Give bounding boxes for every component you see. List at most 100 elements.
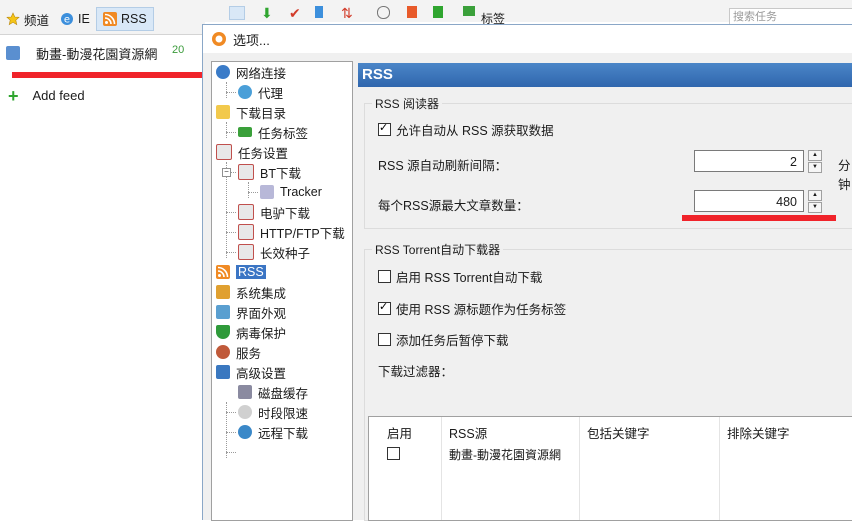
rss-icon xyxy=(103,12,117,26)
increment-button[interactable]: ▲ xyxy=(808,190,822,201)
star-icon xyxy=(6,12,20,26)
tree-label: RSS xyxy=(236,265,266,279)
options-dialog: 选项... − 网络连接 代理 下载目录 任务标签 任务设置 BT下载 Trac… xyxy=(202,24,852,521)
column-header-source[interactable]: RSS源 xyxy=(449,423,487,442)
clipboard-icon xyxy=(238,244,254,260)
checkbox-box[interactable] xyxy=(378,333,391,346)
tree-item-http-ftp[interactable]: HTTP/FTP下载 xyxy=(238,222,345,242)
tab-label: RSS xyxy=(121,12,147,26)
gear-icon xyxy=(216,365,230,379)
folder-icon xyxy=(216,105,230,119)
feed-unread-count: 20 xyxy=(172,44,185,56)
tree-item-task-settings[interactable]: 任务设置 xyxy=(216,142,288,162)
tree-label: Tracker xyxy=(280,185,322,199)
tree-item-proxy[interactable]: 代理 xyxy=(238,82,283,102)
max-articles-stepper[interactable]: 480 ▲ ▼ xyxy=(694,190,822,213)
filter-row-enable-checkbox[interactable] xyxy=(387,447,400,460)
column-header-enabled[interactable]: 启用 xyxy=(387,423,412,442)
increment-button[interactable]: ▲ xyxy=(808,150,822,161)
allow-auto-fetch-checkbox[interactable]: 允许自动从 RSS 源获取数据 xyxy=(378,120,554,139)
tree-item-download-dir[interactable]: 下载目录 xyxy=(216,102,286,122)
refresh-unit-label: 分钟 xyxy=(838,159,851,192)
checkbox-label: 添加任务后暂停下载 xyxy=(396,334,509,348)
tree-item-services[interactable]: 服务 xyxy=(216,342,261,362)
checkbox-label: 使用 RSS 源标题作为任务标签 xyxy=(396,303,567,317)
app-logo-icon xyxy=(212,32,226,46)
tree-item-long-seed[interactable]: 长效种子 xyxy=(238,242,310,262)
checkbox-box[interactable] xyxy=(378,121,391,136)
tree-item-tracker[interactable]: Tracker xyxy=(260,182,322,202)
expand-toggle[interactable]: − xyxy=(222,168,231,177)
download-arrow-icon[interactable]: ⬇ xyxy=(261,6,275,20)
check-icon[interactable]: ✔ xyxy=(289,6,303,20)
max-articles-label: 每个RSS源最大文章数量： xyxy=(378,199,529,213)
tab-channels[interactable]: 频道 xyxy=(0,8,55,30)
filter-label: 下载过滤器： xyxy=(378,365,454,379)
tree-item-bt[interactable]: BT下载 xyxy=(238,162,301,182)
tree-item-integration[interactable]: 系统集成 xyxy=(216,282,286,302)
tree-label: 代理 xyxy=(258,86,284,101)
enable-torrent-auto-checkbox[interactable]: 启用 RSS Torrent自动下载 xyxy=(378,267,542,286)
checkbox-label: 允许自动从 RSS 源获取数据 xyxy=(396,124,554,138)
highlight-bar xyxy=(682,215,836,221)
clock-icon[interactable] xyxy=(377,6,390,19)
tree-item-appearance[interactable]: 界面外观 xyxy=(216,302,286,322)
pause-after-add-checkbox[interactable]: 添加任务后暂停下载 xyxy=(378,330,509,349)
tree-item-rss[interactable]: RSS xyxy=(216,262,266,282)
tree-label: 病毒保护 xyxy=(236,326,287,341)
refresh-interval-stepper[interactable]: 2 ▲ ▼ xyxy=(694,150,822,173)
options-tree[interactable]: − 网络连接 代理 下载目录 任务标签 任务设置 BT下载 Tracker 电驴… xyxy=(211,61,353,521)
download-filter-table[interactable]: 启用 RSS源 包括关键字 排除关键字 動畫-動漫花園資源網 xyxy=(368,416,852,521)
tab-ie[interactable]: e IE xyxy=(54,8,96,30)
dialog-titlebar[interactable]: 选项... xyxy=(203,25,852,53)
tab-rss[interactable]: RSS xyxy=(96,7,154,31)
feed-item[interactable]: 動畫-動漫花園資源網 20 xyxy=(6,42,196,64)
tree-label: 任务设置 xyxy=(238,146,289,161)
clipboard-icon xyxy=(238,224,254,240)
tag-icon xyxy=(238,127,252,137)
tree-label: 下载目录 xyxy=(236,106,287,121)
tree-item-antivirus[interactable]: 病毒保护 xyxy=(216,322,286,342)
torrent-group-title: RSS Torrent自动下载器 xyxy=(372,241,504,258)
tree-label: 远程下载 xyxy=(258,426,309,441)
tab-strip: 频道 e IE RSS xyxy=(0,0,205,35)
tree-item-task-tags[interactable]: 任务标签 xyxy=(238,122,308,142)
tree-label: 系统集成 xyxy=(236,286,287,301)
tree-item-network[interactable]: 网络连接 xyxy=(216,62,286,82)
tree-label: 服务 xyxy=(236,346,262,361)
filter-row-source[interactable]: 動畫-動漫花園資源網 xyxy=(449,446,561,463)
decrement-button[interactable]: ▼ xyxy=(808,202,822,213)
export-icon[interactable] xyxy=(433,6,443,18)
clipboard-icon[interactable] xyxy=(407,6,417,18)
tree-item-emule[interactable]: 电驴下载 xyxy=(238,202,310,222)
column-divider xyxy=(579,417,580,520)
checkbox-box[interactable] xyxy=(378,270,391,283)
decrement-button[interactable]: ▼ xyxy=(808,162,822,173)
column-divider xyxy=(441,417,442,520)
column-header-include[interactable]: 包括关键字 xyxy=(587,423,650,442)
tree-item-disk-cache[interactable]: 磁盘缓存 xyxy=(238,382,308,402)
column-header-exclude[interactable]: 排除关键字 xyxy=(727,423,790,442)
refresh-interval-label: RSS 源自动刷新间隔： xyxy=(378,159,508,173)
tab-label: 频道 xyxy=(24,13,50,28)
new-task-icon[interactable] xyxy=(229,6,245,20)
clock-icon xyxy=(238,405,252,419)
tree-item-speed-schedule[interactable]: 时段限速 xyxy=(238,402,308,422)
checkbox-label: 启用 RSS Torrent自动下载 xyxy=(396,271,543,285)
use-title-as-tag-checkbox[interactable]: 使用 RSS 源标题作为任务标签 xyxy=(378,299,566,318)
globe-icon xyxy=(238,85,252,99)
move-icon[interactable]: ⇅ xyxy=(341,6,355,20)
max-articles-field[interactable]: 480 xyxy=(694,190,804,212)
plus-icon: + xyxy=(8,85,19,106)
tree-label: 磁盘缓存 xyxy=(258,386,309,401)
tree-item-remote[interactable]: 远程下载 xyxy=(238,422,308,442)
checkbox-box[interactable] xyxy=(378,300,391,315)
add-feed-button[interactable]: + Add feed xyxy=(8,85,85,106)
tree-item-advanced[interactable]: 高级设置 xyxy=(216,362,286,382)
network-icon xyxy=(216,65,230,79)
up-icon[interactable] xyxy=(315,6,323,18)
refresh-interval-field[interactable]: 2 xyxy=(694,150,804,172)
clipboard-icon xyxy=(238,204,254,220)
tag-icon xyxy=(463,6,475,16)
tree-label: 高级设置 xyxy=(236,366,287,381)
